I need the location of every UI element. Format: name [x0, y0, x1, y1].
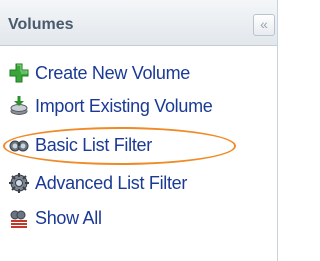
panel-header: Volumes «: [0, 0, 277, 46]
show-all-icon: [8, 207, 30, 229]
menu-item-label: Create New Volume: [35, 62, 190, 83]
advanced-filter-icon: [8, 172, 30, 194]
menu-item-create-new-volume[interactable]: Create New Volume: [8, 60, 190, 86]
plus-icon: [8, 62, 30, 84]
menu-item-advanced-list-filter[interactable]: Advanced List Filter: [8, 170, 187, 196]
menu-item-label: Show All: [35, 207, 102, 228]
menu-item-basic-list-filter[interactable]: Basic List Filter: [8, 132, 152, 158]
collapse-button[interactable]: «: [253, 14, 275, 36]
menu-item-label: Import Existing Volume: [35, 95, 213, 116]
volumes-panel: Volumes « Create New Volume Import Exist…: [0, 0, 278, 261]
import-icon: [8, 95, 30, 117]
menu-item-import-existing-volume[interactable]: Import Existing Volume: [8, 93, 213, 119]
menu-item-label: Advanced List Filter: [35, 172, 188, 193]
panel-title: Volumes: [8, 16, 74, 33]
menu-item-show-all[interactable]: Show All: [8, 205, 102, 231]
menu-item-label: Basic List Filter: [35, 134, 152, 155]
filter-icon: [8, 134, 30, 156]
